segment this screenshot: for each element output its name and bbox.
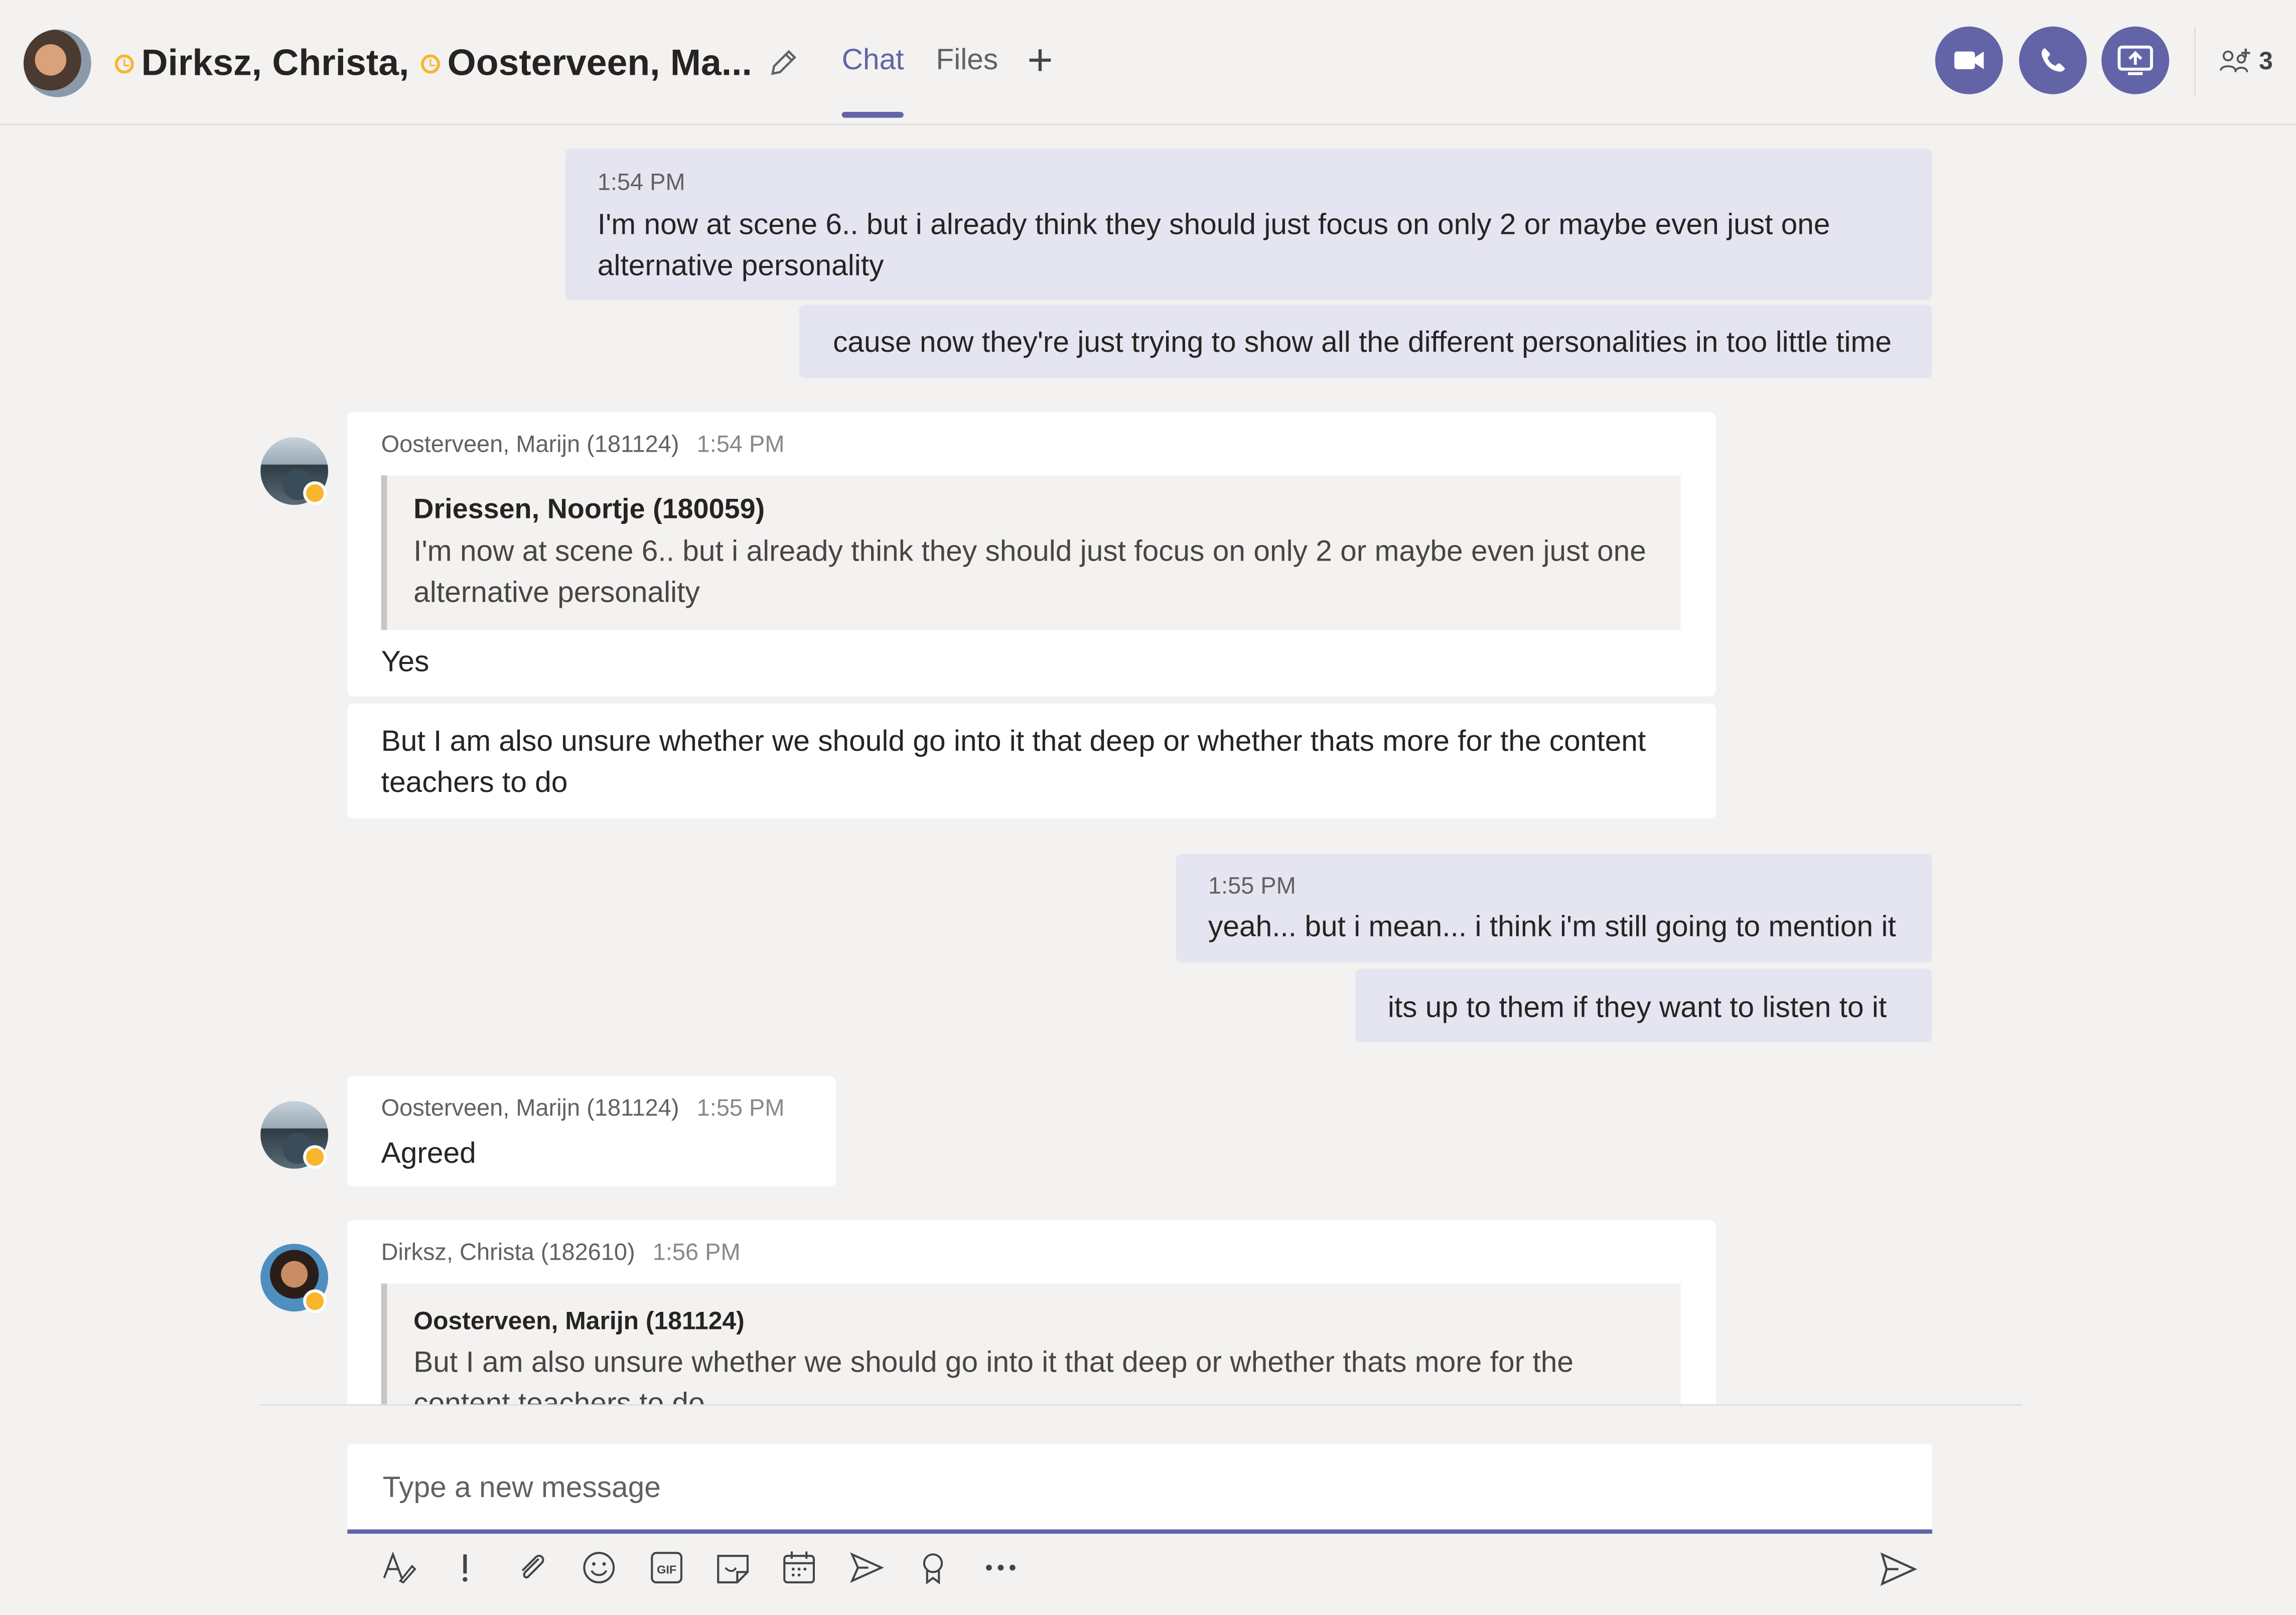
other-message[interactable]: Oosterveen, Marijn (181124) 1:54 PM Dries…: [347, 412, 1716, 697]
attach-icon[interactable]: [510, 1546, 554, 1590]
message-text: But I am also unsure whether we should g…: [381, 725, 1646, 799]
people-add-icon: [2219, 48, 2250, 73]
compose-divider: [259, 1404, 2022, 1406]
quoted-reply[interactable]: Oosterveen, Marijn (181124) But I am als…: [381, 1283, 1681, 1405]
away-status-icon: [114, 54, 134, 73]
quote-text: But I am also unsure whether we should g…: [413, 1347, 1574, 1405]
important-icon[interactable]: [444, 1546, 488, 1590]
group-avatar[interactable]: [23, 29, 91, 97]
message-text: Yes: [381, 646, 429, 679]
praise-icon[interactable]: [911, 1546, 955, 1590]
own-message[interactable]: its up to them if they want to listen to…: [1355, 968, 1933, 1042]
sender-name[interactable]: Oosterveen, Marijn (181124): [381, 433, 679, 458]
svg-text:GIF: GIF: [656, 1563, 676, 1576]
message-timestamp: 1:56 PM: [652, 1241, 741, 1266]
meeting-icon[interactable]: [778, 1546, 822, 1590]
message-input[interactable]: [379, 1470, 1857, 1508]
teams-chat-window: Dirksz, Christa, Oosterveen, Ma... Chat …: [0, 0, 2296, 1615]
participants-button[interactable]: 3: [2219, 47, 2273, 77]
video-call-button[interactable]: [1935, 26, 2003, 94]
away-status-icon: [303, 1145, 327, 1169]
edit-name-icon[interactable]: [767, 47, 799, 80]
format-icon[interactable]: [377, 1546, 421, 1590]
add-tab-icon[interactable]: +: [1027, 39, 1053, 83]
message-timestamp: 1:54 PM: [597, 171, 685, 196]
own-message[interactable]: 1:55 PM yeah... but i mean... i think i'…: [1176, 854, 1933, 963]
own-message[interactable]: cause now they're just trying to show al…: [799, 305, 1933, 378]
tab-chat[interactable]: Chat: [841, 44, 905, 118]
tab-files[interactable]: Files: [936, 44, 998, 78]
message-header: Oosterveen, Marijn (181124) 1:54 PM: [381, 431, 1682, 461]
message-timestamp: 1:54 PM: [696, 433, 785, 458]
gif-icon[interactable]: GIF: [644, 1546, 688, 1590]
message-text: yeah... but i mean... i think i'm still …: [1208, 911, 1896, 944]
other-message[interactable]: Oosterveen, Marijn (181124) 1:55 PM Agree…: [347, 1076, 836, 1186]
phone-icon: [2041, 48, 2065, 72]
sender-name[interactable]: Oosterveen, Marijn (181124): [381, 1097, 679, 1122]
sender-name[interactable]: Dirksz, Christa (182610): [381, 1241, 635, 1266]
away-status-icon: [303, 1289, 327, 1313]
chat-header: Dirksz, Christa, Oosterveen, Ma... Chat …: [0, 0, 2296, 125]
sticker-icon[interactable]: [711, 1546, 755, 1590]
quoted-reply[interactable]: Driessen, Noortje (180059) I'm now at sc…: [381, 475, 1681, 630]
quote-text: I'm now at scene 6.. but i already think…: [413, 535, 1646, 610]
other-message[interactable]: But I am also unsure whether we should g…: [347, 703, 1716, 819]
away-status-icon: [420, 54, 441, 73]
share-screen-icon: [2117, 45, 2153, 75]
message-text: cause now they're just trying to show al…: [833, 327, 1892, 359]
compose-box[interactable]: [347, 1444, 1933, 1534]
other-message[interactable]: Dirksz, Christa (182610) 1:56 PM Oosterve…: [347, 1220, 1716, 1405]
message-text: its up to them if they want to listen to…: [1387, 992, 1887, 1025]
own-message[interactable]: 1:54 PM I'm now at scene 6.. but i alrea…: [565, 149, 1933, 301]
share-screen-button[interactable]: [2101, 26, 2170, 94]
message-timestamp: 1:55 PM: [1208, 874, 1296, 900]
more-icon[interactable]: [978, 1546, 1022, 1590]
chat-title: Dirksz, Christa, Oosterveen, Ma...: [114, 38, 799, 88]
emoji-icon[interactable]: [577, 1546, 621, 1590]
header-divider: [2194, 26, 2196, 97]
message-text: Agreed: [381, 1138, 476, 1170]
participant-name-2[interactable]: Oosterveen, Ma...: [448, 42, 752, 85]
stream-icon[interactable]: [844, 1546, 889, 1590]
away-status-icon: [303, 481, 327, 505]
participant-count: 3: [2259, 47, 2273, 75]
message-timestamp: 1:55 PM: [696, 1097, 785, 1122]
message-text: I'm now at scene 6.. but i already think…: [597, 209, 1830, 283]
quote-author: Oosterveen, Marijn (181124): [413, 1307, 745, 1335]
send-icon[interactable]: [1878, 1549, 1919, 1590]
compose-toolbar: GIF: [377, 1546, 1045, 1590]
message-header: Dirksz, Christa (182610) 1:56 PM: [381, 1240, 1682, 1269]
quote-author: Driessen, Noortje (180059): [413, 494, 765, 526]
message-header: Oosterveen, Marijn (181124) 1:55 PM: [381, 1095, 802, 1125]
audio-call-button[interactable]: [2019, 26, 2087, 94]
video-camera-icon: [1954, 51, 1984, 69]
participant-name-1[interactable]: Dirksz, Christa,: [141, 42, 409, 85]
